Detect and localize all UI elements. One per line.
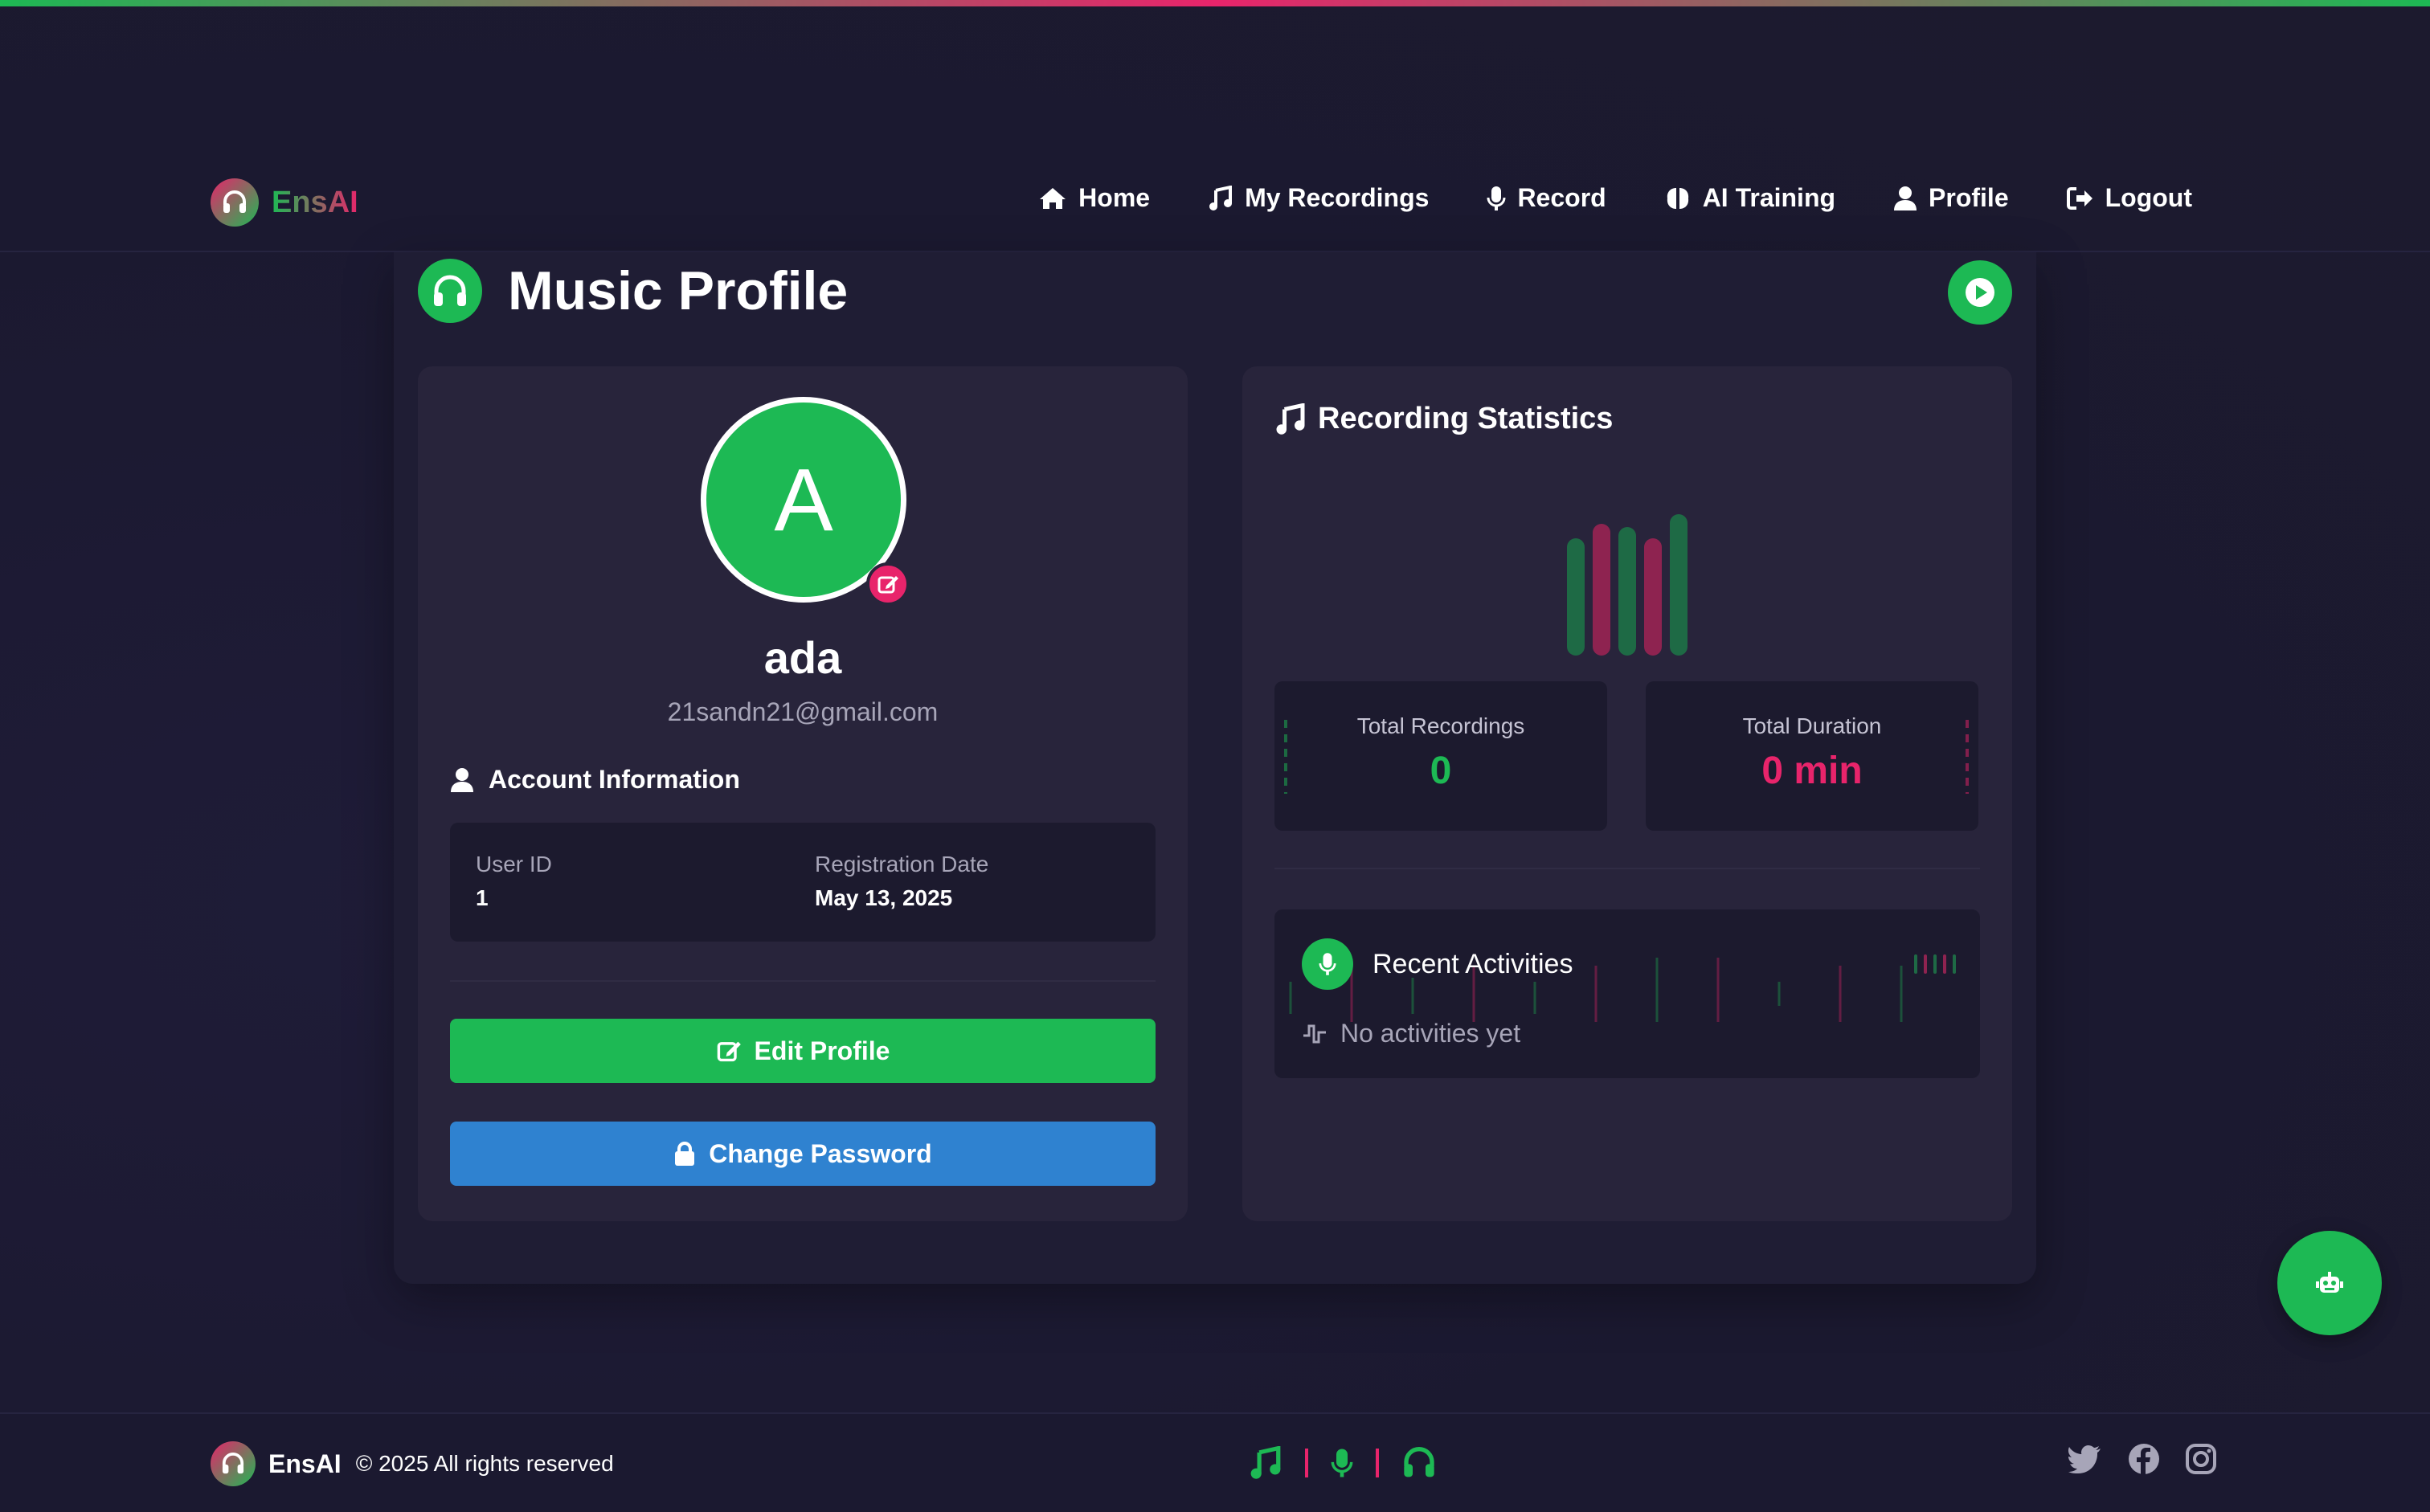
- logout-icon: [2066, 186, 2092, 210]
- nav-ai-training[interactable]: AI Training: [1664, 183, 1835, 213]
- user-id-value: 1: [476, 885, 489, 910]
- change-password-button[interactable]: Change Password: [450, 1122, 1156, 1186]
- twitter-icon[interactable]: [2068, 1445, 2102, 1477]
- pulse-icon: [1303, 1024, 1326, 1043]
- edit-profile-button[interactable]: Edit Profile: [450, 1019, 1156, 1083]
- navbar: EnsAI Home My Recordings Record AI Train…: [0, 161, 2430, 252]
- robot-icon: [2316, 1272, 2343, 1293]
- social-links: [2068, 1443, 2216, 1479]
- nav-my-recordings[interactable]: My Recordings: [1208, 183, 1429, 213]
- chatbot-button[interactable]: [2277, 1231, 2382, 1335]
- brand-name: EnsAI: [272, 185, 358, 219]
- username: ada: [763, 632, 842, 683]
- user-id-label: User ID: [476, 852, 552, 877]
- equalizer-bar: [1567, 538, 1585, 656]
- registration-date-field: Registration Date May 13, 2025: [815, 852, 988, 911]
- account-info-title: Account Information: [450, 765, 740, 795]
- page-header: Music Profile: [418, 259, 848, 323]
- music-note-icon: [1209, 185, 1233, 210]
- no-activities-label: No activities yet: [1340, 1019, 1521, 1048]
- nav-home-label: Home: [1078, 183, 1151, 212]
- footer-copyright: © 2025 All rights reserved: [355, 1451, 614, 1476]
- registration-date-value: May 13, 2025: [815, 885, 953, 910]
- equalizer-bar: [1618, 527, 1636, 656]
- recent-activities-card: Recent Activities No activities yet: [1274, 909, 1980, 1078]
- edit-icon: [717, 1041, 741, 1062]
- microphone-icon: [1487, 186, 1506, 210]
- nav-record[interactable]: Record: [1487, 183, 1606, 213]
- equalizer-bars: [1567, 511, 1696, 656]
- page-title: Music Profile: [508, 260, 849, 321]
- nav-profile[interactable]: Profile: [1893, 183, 2009, 213]
- recent-activities-header: Recent Activities: [1302, 938, 1573, 990]
- avatar-edit-button[interactable]: [866, 562, 910, 606]
- avatar-wrapper: A: [701, 397, 910, 606]
- edit-icon: [878, 576, 898, 594]
- recent-activities-title: Recent Activities: [1372, 948, 1573, 979]
- footer-music-icons: [1249, 1446, 1437, 1480]
- brain-icon: [1667, 187, 1688, 209]
- user-id-field: User ID 1: [476, 852, 552, 911]
- registration-date-label: Registration Date: [815, 852, 989, 877]
- profile-card: Music Profile A ada 21sandn21@gmail.com …: [394, 252, 2036, 1284]
- nav-my-recordings-label: My Recordings: [1245, 183, 1430, 212]
- user-icon: [451, 767, 473, 792]
- total-duration-label: Total Duration: [1742, 713, 1882, 738]
- equalizer-bar: [1644, 538, 1662, 656]
- mini-bars: [1908, 954, 1956, 974]
- app-root: EnsAI Home My Recordings Record AI Train…: [0, 0, 2430, 1512]
- divider: [450, 980, 1156, 982]
- user-email: 21sandn21@gmail.com: [667, 697, 939, 726]
- separator: [1305, 1449, 1308, 1477]
- headphones-icon: [211, 1441, 256, 1486]
- instagram-icon[interactable]: [2186, 1444, 2216, 1478]
- nav-home[interactable]: Home: [1038, 183, 1150, 213]
- decorative-wave: [1284, 720, 1287, 794]
- play-button[interactable]: [1948, 260, 2012, 325]
- footer-brand: EnsAI © 2025 All rights reserved: [211, 1441, 614, 1486]
- nav-links: Home My Recordings Record AI Training Pr…: [980, 183, 2192, 213]
- nav-profile-label: Profile: [1929, 183, 2009, 212]
- headphones-icon: [211, 178, 259, 227]
- nav-ai-training-label: AI Training: [1702, 183, 1836, 212]
- total-recordings-card: Total Recordings 0: [1274, 681, 1607, 831]
- play-icon: [1966, 278, 1994, 307]
- no-activities-message: No activities yet: [1302, 1019, 1520, 1048]
- equalizer-bar: [1593, 524, 1610, 656]
- divider: [1274, 868, 1980, 869]
- user-icon: [1894, 186, 1917, 210]
- facebook-icon[interactable]: [2128, 1443, 2160, 1479]
- total-recordings-label: Total Recordings: [1356, 713, 1525, 738]
- music-note-icon: [1250, 1446, 1281, 1479]
- stats-title: Recording Statistics: [1274, 402, 1613, 436]
- account-info-box: User ID 1 Registration Date May 13, 2025: [450, 823, 1156, 942]
- lock-icon: [675, 1142, 695, 1166]
- total-duration-card: Total Duration 0 min: [1646, 681, 1978, 831]
- change-password-label: Change Password: [709, 1138, 932, 1168]
- music-note-icon: [1276, 403, 1305, 435]
- nav-record-label: Record: [1517, 183, 1606, 212]
- headphones-icon: [418, 259, 482, 323]
- brand-link[interactable]: EnsAI: [211, 178, 358, 227]
- nav-logout[interactable]: Logout: [2066, 183, 2192, 213]
- headphones-icon: [1404, 1447, 1434, 1477]
- stats-title-label: Recording Statistics: [1318, 402, 1614, 435]
- account-info-label: Account Information: [489, 765, 740, 794]
- total-recordings-value: 0: [1430, 750, 1452, 792]
- equalizer-bar: [1670, 514, 1688, 656]
- decorative-wave: [1966, 720, 1969, 794]
- footer-brand-name: EnsAI: [268, 1449, 342, 1478]
- home-icon: [1040, 187, 1066, 209]
- total-duration-value: 0 min: [1761, 750, 1863, 792]
- profile-panel: A ada 21sandn21@gmail.com Account Inform…: [418, 366, 1188, 1221]
- microphone-icon: [1302, 938, 1353, 990]
- edit-profile-label: Edit Profile: [754, 1036, 890, 1065]
- footer: EnsAI © 2025 All rights reserved: [0, 1412, 2430, 1512]
- nav-logout-label: Logout: [2105, 183, 2192, 212]
- statistics-panel: Recording Statistics Total Recordings 0 …: [1242, 366, 2012, 1221]
- microphone-icon: [1331, 1449, 1353, 1477]
- top-gradient-strip: [0, 0, 2430, 6]
- separator: [1376, 1449, 1379, 1477]
